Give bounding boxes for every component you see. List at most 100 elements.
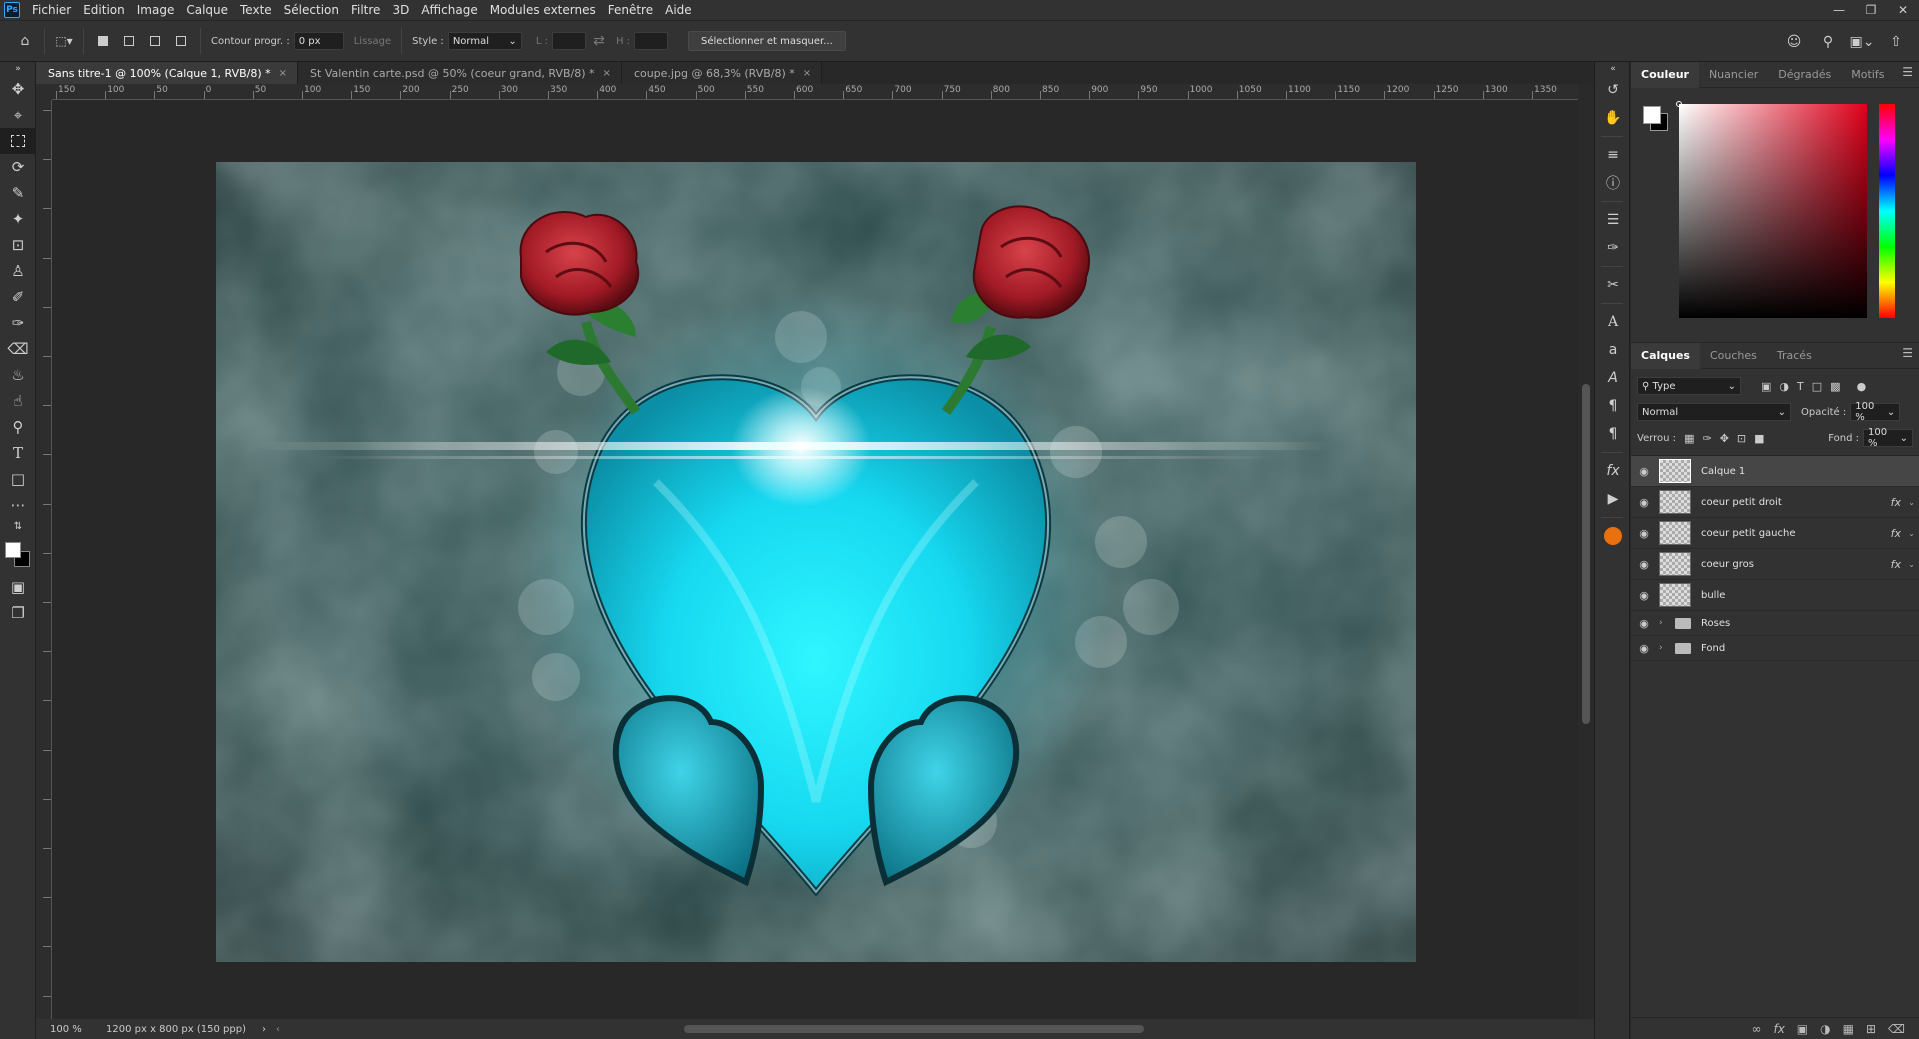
eraser-tool-icon[interactable]: ⌫ [0, 336, 36, 362]
restore-icon[interactable]: ❐ [1855, 0, 1887, 20]
layer-filter-select[interactable]: ⚲ Type ⌄ [1637, 377, 1741, 395]
status-chevron-icon[interactable]: › [262, 1024, 266, 1035]
visibility-eye-icon[interactable]: ◉ [1631, 617, 1657, 630]
subtract-selection-icon[interactable] [142, 28, 168, 54]
more-tools-icon[interactable]: ⋯ [0, 492, 36, 518]
magic-wand-tool-icon[interactable]: ✦ [0, 206, 36, 232]
chevron-right-icon[interactable]: › [1659, 618, 1669, 628]
style-select[interactable]: Normal ⌄ [447, 32, 522, 50]
menu-fichier[interactable]: Fichier [26, 0, 77, 20]
swap-dimensions-icon[interactable]: ⇄ [586, 28, 612, 54]
lock-position-icon[interactable]: ✥ [1720, 432, 1729, 445]
filter-adjustment-icon[interactable]: ◑ [1779, 380, 1789, 393]
layer-bulle[interactable]: ◉ bulle [1631, 580, 1919, 611]
menu-edition[interactable]: Edition [77, 0, 131, 20]
new-group-icon[interactable]: ▦ [1843, 1022, 1854, 1036]
color-picker-cursor[interactable] [1676, 101, 1682, 107]
actions-play-icon[interactable]: ▶ [1595, 485, 1631, 513]
height-input[interactable] [634, 32, 669, 50]
foreground-color-swatch[interactable] [5, 542, 21, 558]
new-layer-icon[interactable]: ⊞ [1866, 1022, 1876, 1036]
tab-couleur[interactable]: Couleur [1631, 61, 1699, 88]
tab-sans-titre[interactable]: Sans titre-1 @ 100% (Calque 1, RVB/8) * … [36, 62, 299, 84]
opacity-input[interactable]: 100 % ⌄ [1850, 401, 1901, 423]
select-and-mask-button[interactable]: Sélectionner et masquer... [688, 31, 846, 51]
smudge-tool-icon[interactable]: ☝ [0, 388, 36, 414]
eyedropper-tool-icon[interactable]: ✐ [0, 284, 36, 310]
filter-type-icon[interactable]: T [1797, 380, 1804, 393]
character-styles-icon[interactable]: a [1595, 336, 1631, 364]
new-selection-icon[interactable] [90, 28, 116, 54]
rect-marquee-tool-icon[interactable] [0, 128, 36, 154]
filter-smart-object-icon[interactable]: ▩ [1830, 380, 1840, 393]
hue-slider[interactable] [1879, 104, 1895, 318]
history-icon[interactable]: ↺ [1595, 76, 1631, 104]
move-tool-icon[interactable]: ✥ [0, 76, 36, 102]
filter-toggle-icon[interactable]: ● [1857, 380, 1867, 393]
menu-calque[interactable]: Calque [180, 0, 234, 20]
menu-fenetre[interactable]: Fenêtre [602, 0, 659, 20]
collapse-strip-icon[interactable]: « [1595, 62, 1631, 76]
type-tool-icon[interactable]: T [0, 440, 36, 466]
tools-presets-icon[interactable]: ✂ [1595, 271, 1631, 299]
layer-calque-1[interactable]: ◉ Calque 1 [1631, 456, 1919, 487]
layer-effects-icon[interactable]: fx [1891, 496, 1901, 509]
ruler-origin[interactable] [36, 84, 52, 100]
close-tab-icon[interactable]: × [803, 68, 811, 79]
expand-effects-icon[interactable]: ⌄ [1908, 560, 1915, 569]
tab-st-valentin[interactable]: St Valentin carte.psd @ 50% (coeur grand… [298, 62, 622, 84]
character-icon[interactable]: A [1595, 308, 1631, 336]
artwork[interactable] [216, 162, 1416, 962]
rectangle-tool-icon[interactable]: □ [0, 466, 36, 492]
scroll-left-icon[interactable]: ‹ [276, 1024, 280, 1035]
vertical-scrollbar[interactable] [1578, 84, 1594, 1019]
visibility-eye-icon[interactable]: ◉ [1631, 589, 1657, 602]
menu-selection[interactable]: Sélection [278, 0, 345, 20]
fill-input[interactable]: 100 % ⌄ [1863, 427, 1913, 449]
menu-aide[interactable]: Aide [659, 0, 698, 20]
home-icon[interactable]: ⌂ [12, 28, 38, 54]
search-icon[interactable]: ⚲ [1815, 29, 1841, 55]
visibility-eye-icon[interactable]: ◉ [1631, 642, 1657, 655]
panel-foreground-swatch[interactable] [1643, 106, 1661, 124]
visibility-eye-icon[interactable]: ◉ [1631, 558, 1657, 571]
glyphs-icon[interactable]: A [1595, 364, 1631, 392]
dodge-tool-icon[interactable]: ⚲ [0, 414, 36, 440]
intersect-selection-icon[interactable] [168, 28, 194, 54]
close-tab-icon[interactable]: × [603, 68, 611, 79]
new-adjustment-icon[interactable]: ◑ [1820, 1022, 1830, 1036]
feather-input[interactable]: 0 px [293, 32, 344, 50]
lock-pixels-icon[interactable]: ✑ [1702, 432, 1711, 445]
color-field[interactable] [1679, 104, 1867, 318]
chevron-right-icon[interactable]: › [1659, 643, 1669, 653]
menu-affichage[interactable]: Affichage [415, 0, 483, 20]
tab-motifs[interactable]: Motifs [1841, 62, 1894, 88]
collapse-toolbar-icon[interactable]: » [0, 62, 36, 76]
menu-texte[interactable]: Texte [234, 0, 278, 20]
info-icon[interactable]: ⓘ [1595, 169, 1631, 197]
add-mask-icon[interactable]: ▣ [1797, 1022, 1808, 1036]
quick-mask-icon[interactable]: ▣ [0, 574, 36, 600]
layer-coeur-petit-gauche[interactable]: ◉ coeur petit gauche fx ⌄ [1631, 518, 1919, 549]
brushes-icon[interactable]: ✑ [1595, 234, 1631, 262]
tab-coupe[interactable]: coupe.jpg @ 68,3% (RVB/8) * × [621, 62, 823, 84]
vertical-scroll-thumb[interactable] [1582, 384, 1590, 724]
lock-artboard-icon[interactable]: ⊡ [1737, 432, 1746, 445]
width-input[interactable] [551, 32, 586, 50]
close-window-icon[interactable]: ✕ [1887, 0, 1919, 20]
paint-bucket-tool-icon[interactable]: ♨ [0, 362, 36, 388]
stamp-tool-icon[interactable]: ♙ [0, 258, 36, 284]
filter-shape-icon[interactable]: □ [1812, 380, 1822, 393]
screen-mode-icon[interactable]: ❐ [0, 600, 36, 626]
horizontal-ruler[interactable]: 150 100 50 0 50 100 150 200 250 300 350 400 450 500 55… [52, 84, 1578, 100]
expand-effects-icon[interactable]: ⌄ [1908, 529, 1915, 538]
tab-couches[interactable]: Couches [1700, 343, 1767, 369]
crop-tool-icon[interactable]: ⌖ [0, 102, 36, 128]
zoom-level[interactable]: 100 % [36, 1024, 86, 1035]
layer-effects-icon[interactable]: fx [1891, 558, 1901, 571]
layer-coeur-petit-droit[interactable]: ◉ coeur petit droit fx ⌄ [1631, 487, 1919, 518]
learn-icon[interactable]: ✋ [1595, 104, 1631, 132]
panel-menu-icon[interactable]: ☰ [1902, 65, 1913, 79]
add-style-icon[interactable]: fx [1773, 1022, 1784, 1036]
document-info[interactable]: 1200 px x 800 px (150 ppp) [86, 1024, 246, 1035]
